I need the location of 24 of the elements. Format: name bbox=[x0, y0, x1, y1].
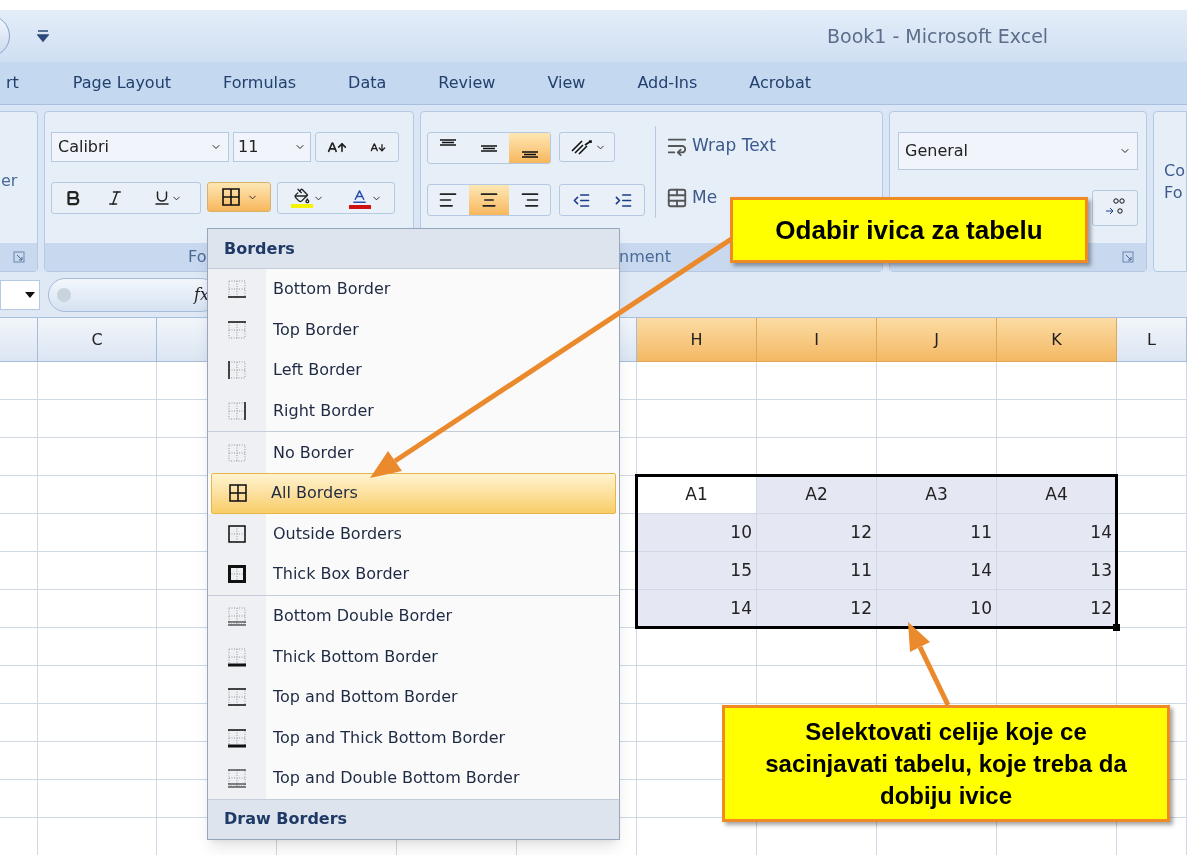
table-cell: 13 bbox=[997, 552, 1117, 590]
table-cell: 12 bbox=[757, 514, 877, 552]
table-cell: A3 bbox=[877, 476, 997, 514]
table-cell: 12 bbox=[997, 590, 1117, 628]
group-label: er bbox=[0, 170, 18, 192]
table-cell: 12 bbox=[757, 590, 877, 628]
table-cell: 14 bbox=[877, 552, 997, 590]
window-title: Book1 - Microsoft Excel bbox=[827, 23, 1049, 49]
menu-heading: Borders bbox=[208, 229, 619, 269]
table-cell: 10 bbox=[877, 590, 997, 628]
table-cell: 14 bbox=[997, 514, 1117, 552]
callout-tooltip: Odabir ivica za tabelu bbox=[730, 197, 1088, 263]
group-label: Fo bbox=[188, 246, 207, 268]
table-cell: 15 bbox=[637, 552, 757, 590]
table-cell: 14 bbox=[637, 590, 757, 628]
table-cell: A2 bbox=[757, 476, 877, 514]
callout-tooltip: Selektovati celije koje ce sacinjavati tabelu, koje treba da dobiju ivice bbox=[722, 705, 1170, 822]
table-cell: 10 bbox=[637, 514, 757, 552]
table-cell: 11 bbox=[877, 514, 997, 552]
table-cell: 11 bbox=[757, 552, 877, 590]
group-label: nment bbox=[619, 246, 671, 268]
menu-heading: Draw Borders bbox=[208, 798, 619, 839]
table-cell: A4 bbox=[997, 476, 1117, 514]
table-cell: A1 bbox=[637, 476, 757, 514]
